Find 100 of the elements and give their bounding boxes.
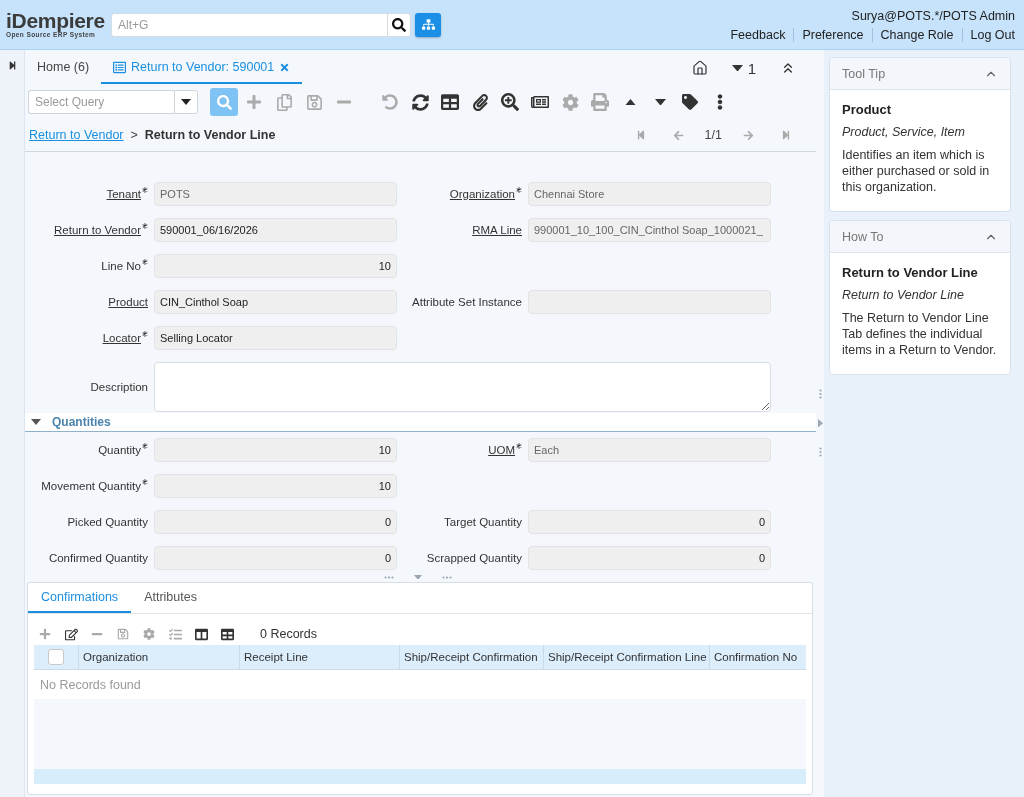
dropdown-button[interactable] (174, 90, 198, 114)
select-all-checkbox[interactable] (48, 649, 64, 665)
field-label-link[interactable]: UOM (488, 444, 515, 456)
search-icon (216, 94, 232, 110)
horizontal-dots-icon[interactable] (441, 575, 452, 579)
help-subtitle: Return to Vendor Line (842, 287, 965, 303)
step-backward-icon (635, 130, 646, 140)
breadcrumb-separator: > (130, 128, 138, 142)
input-field[interactable]: 590001_06/16/2026 (154, 218, 397, 242)
caret-up-icon (624, 98, 636, 106)
vertical-dots-icon[interactable] (818, 447, 822, 458)
description-field[interactable] (154, 362, 771, 412)
home-button[interactable] (691, 60, 708, 76)
save-icon (305, 93, 323, 111)
zoom-in-icon (501, 93, 519, 111)
card-title: How To (842, 229, 884, 244)
detail-tab[interactable]: Attributes (131, 583, 210, 613)
search-button[interactable] (387, 12, 411, 37)
horizontal-dots-icon[interactable] (383, 575, 394, 579)
input-field[interactable]: 10 (154, 474, 397, 498)
field-label-link[interactable]: Organization (449, 188, 515, 200)
field-label-link[interactable]: Return to Vendor (54, 224, 141, 236)
field-label-link[interactable]: RMA Line (472, 224, 522, 236)
input-field[interactable]: Chennai Store (528, 182, 771, 206)
input-field[interactable]: 0 (528, 510, 771, 534)
card-title: Tool Tip (842, 66, 886, 81)
field-label: Picked Quantity (67, 516, 148, 528)
save-icon (117, 628, 129, 640)
input-field[interactable] (528, 290, 771, 314)
caret-down-icon (654, 98, 666, 106)
field-label: Confirmed Quantity (48, 552, 148, 564)
header-link[interactable]: Preference (793, 27, 872, 42)
column-header[interactable]: Ship/Receipt Confirmation (400, 645, 544, 669)
field-label-link[interactable]: Product (108, 296, 148, 308)
open-windows-button[interactable]: 1 (731, 59, 756, 77)
printer-icon (591, 93, 609, 111)
table-icon (441, 93, 459, 111)
window-tab[interactable]: Home (6) (25, 52, 102, 84)
record-position: 1/1 (704, 128, 722, 142)
logo-title[interactable]: iDempiere (6, 10, 107, 32)
refresh-icon (411, 93, 429, 111)
column-header[interactable]: Ship/Receipt Confirmation Line (544, 645, 710, 669)
field-label: Description (90, 381, 148, 393)
query-field[interactable]: Select Query (28, 90, 174, 114)
home-icon (691, 60, 708, 76)
list-icon (113, 60, 127, 74)
hierarchy-icon (421, 18, 435, 31)
columns-icon (194, 627, 208, 641)
header-link[interactable]: Feedback (722, 27, 794, 42)
column-header[interactable]: Organization (79, 645, 240, 669)
vertical-dots-icon[interactable] (818, 389, 822, 399)
table-icon (220, 627, 234, 641)
step-forward-icon (7, 61, 17, 70)
search-field[interactable]: Alt+G (111, 12, 387, 37)
header-link[interactable]: Log Out (961, 27, 1015, 42)
help-subtitle: Product, Service, Item (842, 124, 966, 140)
input-field[interactable]: Each (528, 438, 771, 462)
help-text: The Return to Vendor Line Tab defines the individual items in a Return to Vendor. (842, 310, 998, 358)
field-label: Line No (101, 260, 141, 272)
column-header[interactable]: Confirmation No (710, 645, 806, 669)
section-toggle[interactable]: Quantities (31, 415, 111, 429)
step-forward-icon (781, 130, 791, 140)
input-field[interactable]: 0 (154, 510, 397, 534)
input-field[interactable]: 0 (528, 546, 771, 570)
field-label-link[interactable]: Locator (102, 332, 141, 344)
record-count: 0 Records (260, 627, 317, 641)
help-heading: Product (842, 102, 893, 118)
copy-icon (275, 93, 293, 111)
search-icon (392, 17, 406, 32)
expand-sidebar-button[interactable] (7, 61, 17, 70)
close-icon[interactable] (279, 61, 291, 73)
input-field[interactable]: POTS (154, 182, 397, 206)
field-label: Target Quantity (444, 516, 522, 528)
plus-icon (39, 628, 51, 640)
input-field[interactable]: 0 (154, 546, 397, 570)
tag-icon (682, 94, 698, 110)
detail-tab[interactable]: Confirmations (28, 583, 132, 613)
input-field[interactable]: Selling Locator (154, 326, 397, 350)
arrow-right-icon (742, 129, 754, 141)
paperclip-icon (471, 93, 489, 111)
arrow-left-icon (673, 129, 685, 141)
input-field[interactable]: CIN_Cinthol Soap (154, 290, 397, 314)
settings-icon (561, 93, 579, 111)
field-label-link[interactable]: Tenant (106, 188, 141, 200)
field-label: Attribute Set Instance (412, 296, 522, 308)
caret-down-icon (731, 64, 743, 72)
input-field[interactable]: 10 (154, 438, 397, 462)
help-text: Identifies an item which is either purchased or sold in this organization. (842, 147, 991, 195)
user-name[interactable]: Surya@POTS.*/POTS Admin (851, 8, 1015, 23)
caret-down-icon[interactable] (413, 574, 422, 580)
column-header[interactable]: Receipt Line (240, 645, 400, 669)
input-field[interactable]: 10 (154, 254, 397, 278)
input-field[interactable]: 990001_10_100_CIN_Cinthol Soap_1000021_ (528, 218, 771, 242)
field-label: Quantity (98, 444, 141, 456)
undo-icon (382, 94, 398, 110)
settings-icon (143, 628, 155, 640)
header-link[interactable]: Change Role (871, 27, 962, 42)
plus-icon (246, 94, 262, 110)
field-label: Scrapped Quantity (426, 552, 522, 564)
empty-message: No Records found (40, 677, 141, 692)
